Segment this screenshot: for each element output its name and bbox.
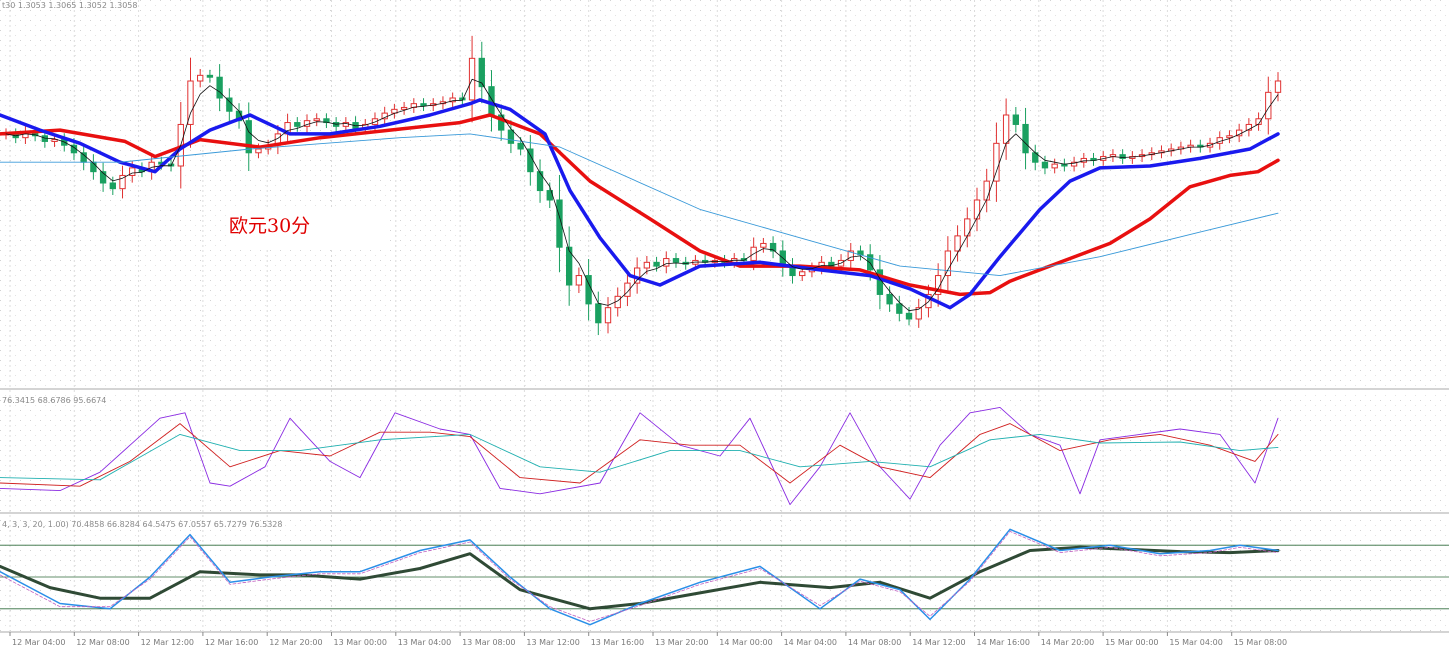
candle-body — [954, 235, 961, 252]
x-tick-label: 14 Mar 12:00 — [912, 638, 965, 647]
candle-body — [886, 293, 893, 305]
candle-body — [400, 106, 408, 110]
candle-body — [109, 182, 116, 190]
candle-body — [51, 139, 58, 142]
candle-body — [896, 303, 903, 314]
candle-body — [216, 76, 223, 99]
x-tick-label: 13 Mar 08:00 — [462, 638, 515, 647]
forex-chart: t30 1.3053 1.3065 1.3052 1.3058 76.3415 … — [0, 0, 1449, 647]
banner-text: 欧元30分 — [229, 215, 310, 237]
x-tick-label: 13 Mar 00:00 — [334, 638, 387, 647]
candle-body — [294, 122, 301, 127]
candle-body — [488, 86, 495, 116]
x-tick-label: 12 Mar 16:00 — [205, 638, 258, 647]
oscillator-1-header: 76.3415 68.6786 95.6674 — [2, 396, 106, 405]
x-tick-label: 13 Mar 12:00 — [526, 638, 579, 647]
x-tick-label: 15 Mar 04:00 — [1169, 638, 1222, 647]
candle-body — [420, 103, 427, 107]
candle-body — [799, 271, 806, 277]
candle-body — [653, 261, 660, 267]
candle-body — [944, 250, 952, 277]
candle-body — [964, 218, 971, 237]
candle-body — [643, 261, 651, 269]
candle-body — [604, 307, 612, 324]
candle-body — [1274, 80, 1282, 93]
x-tick-label: 12 Mar 12:00 — [141, 638, 194, 647]
candle-body — [197, 74, 204, 82]
candle-body — [255, 148, 262, 154]
x-tick-label: 14 Mar 20:00 — [1041, 638, 1094, 647]
x-tick-label: 12 Mar 08:00 — [76, 638, 129, 647]
x-tick-label: 12 Mar 20:00 — [269, 638, 322, 647]
candle-body — [1051, 163, 1058, 169]
candle-body — [595, 303, 602, 324]
x-tick-label: 13 Mar 20:00 — [655, 638, 708, 647]
candle-body — [313, 118, 320, 122]
x-tick-label: 15 Mar 00:00 — [1105, 638, 1158, 647]
x-tick-label: 15 Mar 08:00 — [1234, 638, 1287, 647]
x-tick-label: 14 Mar 08:00 — [848, 638, 901, 647]
candle-body — [672, 258, 680, 263]
instrument-header: t30 1.3053 1.3065 1.3052 1.3058 — [2, 1, 137, 10]
candle-body — [983, 180, 990, 201]
candle-body — [973, 199, 981, 220]
candle-body — [1022, 123, 1029, 154]
oscillator-2-header: 4, 3, 3, 20, 1.00) 70.4858 66.8284 64.54… — [2, 520, 282, 529]
candle-body — [760, 242, 767, 248]
candle-body — [575, 275, 583, 286]
candle-body — [206, 74, 214, 78]
x-axis: 12 Mar 04:00 12 Mar 08:00 12 Mar 12:00 12 M… — [9, 632, 1287, 647]
candle-body — [993, 142, 1000, 182]
x-tick-label: 14 Mar 04:00 — [784, 638, 837, 647]
x-tick-label: 14 Mar 16:00 — [977, 638, 1030, 647]
candle-body — [245, 120, 252, 154]
candle-body — [1012, 114, 1020, 125]
x-tick-label: 12 Mar 04:00 — [12, 638, 65, 647]
candle-body — [536, 171, 544, 192]
x-tick-label: 13 Mar 04:00 — [398, 638, 451, 647]
x-tick-label: 14 Mar 00:00 — [719, 638, 772, 647]
candle-body — [1002, 114, 1010, 144]
candle-body — [507, 129, 515, 144]
candle-body — [517, 142, 524, 150]
candle-body — [1041, 161, 1049, 169]
candle-body — [80, 152, 87, 163]
candle-body — [905, 312, 913, 320]
price-panel — [0, 0, 1449, 388]
x-tick-label: 13 Mar 16:00 — [591, 638, 644, 647]
